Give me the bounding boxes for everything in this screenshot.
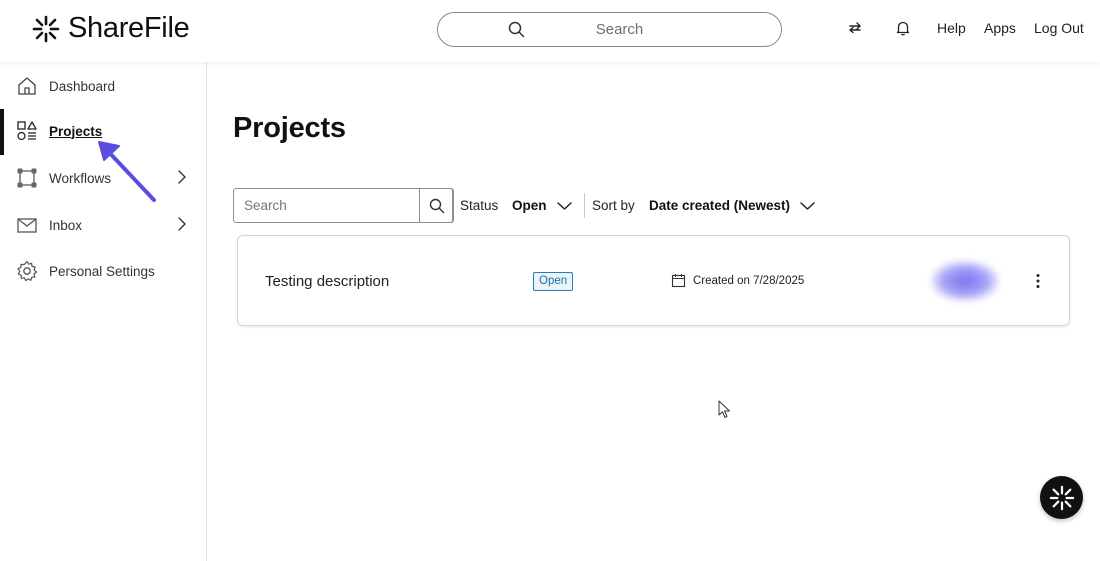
more-options-icon[interactable] xyxy=(1031,272,1045,290)
blurred-avatar xyxy=(930,260,1000,302)
swap-arrows-icon[interactable] xyxy=(845,18,865,38)
global-search-box[interactable] xyxy=(437,12,782,47)
project-name[interactable]: Testing description xyxy=(265,273,389,290)
sidebar-nav: Dashboard Projects Workflows Inbox Perso… xyxy=(0,62,207,561)
sidebar-item-label: Dashboard xyxy=(49,78,116,94)
sidebar-item-label: Personal Settings xyxy=(49,263,155,279)
mail-icon xyxy=(17,218,37,233)
sidebar-item-label: Workflows xyxy=(49,170,112,186)
project-search-box[interactable] xyxy=(233,188,454,223)
sidebar-item-label: Inbox xyxy=(49,217,83,233)
mouse-cursor-icon xyxy=(718,400,730,418)
chevron-down-icon xyxy=(800,201,815,210)
sidebar-item-workflows[interactable]: Workflows xyxy=(0,156,206,200)
sidebar-item-inbox[interactable]: Inbox xyxy=(0,203,206,247)
brand-name: ShareFile xyxy=(68,12,190,44)
chevron-right-icon xyxy=(178,217,186,231)
chevron-right-icon xyxy=(178,170,186,184)
sort-label: Sort by xyxy=(592,198,635,213)
workflows-icon xyxy=(17,168,37,188)
status-filter-label: Status xyxy=(460,198,499,213)
filter-divider xyxy=(584,193,585,218)
project-search-input[interactable] xyxy=(234,189,419,222)
logout-link[interactable]: Log Out xyxy=(1034,20,1084,36)
sidebar-item-dashboard[interactable]: Dashboard xyxy=(0,64,206,108)
sharefile-logo-icon xyxy=(32,15,60,42)
sharefile-logo-icon xyxy=(1049,485,1074,510)
calendar-icon xyxy=(671,274,686,288)
status-badge: Open xyxy=(533,272,574,291)
search-icon xyxy=(429,198,444,213)
projects-icon xyxy=(17,121,37,141)
page-title: Projects xyxy=(233,112,346,144)
project-card[interactable]: Testing description Open Created on 7/28… xyxy=(237,235,1070,326)
apps-link[interactable]: Apps xyxy=(984,20,1016,36)
chevron-down-icon xyxy=(556,201,572,210)
sidebar-item-projects[interactable]: Projects xyxy=(0,109,206,155)
bell-icon[interactable] xyxy=(893,18,913,38)
sharefile-logo[interactable]: ShareFile xyxy=(32,12,190,45)
assistant-fab-button[interactable] xyxy=(1040,476,1083,519)
project-search-button[interactable] xyxy=(419,188,454,223)
status-filter-dropdown[interactable]: Open xyxy=(512,198,572,213)
created-date-text: Created on 7/28/2025 xyxy=(693,274,805,287)
sort-value: Date created (Newest) xyxy=(649,198,791,213)
sidebar-item-label: Projects xyxy=(49,123,103,139)
gear-icon xyxy=(17,260,38,282)
home-icon xyxy=(18,77,36,95)
search-icon xyxy=(508,21,525,38)
global-search-input[interactable] xyxy=(438,21,781,38)
help-link[interactable]: Help xyxy=(937,20,966,36)
created-date: Created on 7/28/2025 xyxy=(671,273,804,288)
sidebar-item-personal-settings[interactable]: Personal Settings xyxy=(0,249,206,293)
top-header: ShareFile Help Apps Log Out xyxy=(0,0,1100,62)
sort-dropdown[interactable]: Date created (Newest) xyxy=(649,198,815,213)
status-filter-value: Open xyxy=(512,198,547,213)
